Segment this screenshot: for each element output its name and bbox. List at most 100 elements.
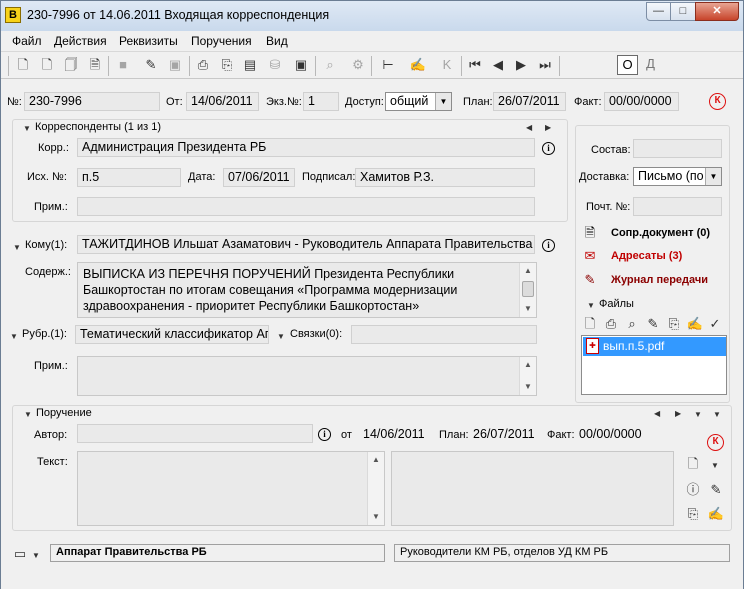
edit-document-icon[interactable]: ✎ — [142, 56, 160, 74]
minimize-button[interactable]: — — [646, 2, 671, 21]
corr-note-field[interactable] — [77, 197, 535, 216]
new-related-icon[interactable]: 🗍 — [62, 56, 80, 74]
addressees-link[interactable]: Адресаты (3) — [611, 250, 682, 262]
prev-correspondent-icon[interactable]: ◀ — [526, 123, 532, 132]
next-order-icon[interactable]: ▶ — [675, 409, 681, 418]
order-executors-box[interactable] — [391, 451, 674, 526]
order-text-textarea[interactable]: ▲ ▼ — [77, 451, 385, 526]
register-icon[interactable]: ▣ — [292, 56, 310, 74]
mail-number-field[interactable] — [633, 197, 722, 216]
chevron-down-icon[interactable]: ▼ — [711, 461, 719, 470]
delete-document-icon[interactable]: ▣ — [166, 56, 184, 74]
status-menu-icon[interactable]: ▭ — [11, 545, 29, 563]
save-icon[interactable]: ■ — [114, 56, 132, 74]
menu-requisites[interactable]: Реквизиты — [119, 34, 178, 48]
toggle-o[interactable]: О — [617, 55, 638, 75]
rubric-field[interactable]: Тематический классификатор Аг — [75, 325, 269, 344]
find-icon[interactable]: ⌕ — [321, 56, 339, 74]
access-select[interactable]: общий ▼ — [385, 92, 452, 111]
scroll-up-icon[interactable]: ▲ — [368, 452, 384, 468]
chevron-down-icon[interactable]: ▼ — [694, 410, 702, 419]
collapse-icon[interactable]: ▼ — [10, 332, 18, 341]
scrollbar[interactable]: ▲ ▼ — [519, 357, 536, 395]
next-record-icon[interactable]: ▶ — [512, 56, 530, 74]
addressee-note-textarea[interactable]: ▲ ▼ — [77, 356, 537, 396]
author-field[interactable] — [77, 424, 313, 443]
edit-order-icon[interactable]: ✎ — [707, 481, 725, 499]
signed-field[interactable]: Хамитов Р.З. — [355, 168, 535, 187]
new-document-copy-icon[interactable]: 🗋 — [38, 56, 56, 74]
first-record-icon[interactable]: ⏮ — [466, 56, 484, 74]
scrollbar[interactable]: ▲ ▼ — [367, 452, 384, 525]
scroll-down-icon[interactable]: ▼ — [520, 301, 536, 317]
collapse-icon[interactable]: ▼ — [24, 410, 32, 419]
chevron-down-icon[interactable]: ▼ — [705, 168, 721, 185]
attach-icon[interactable]: ⊢ — [379, 56, 397, 74]
view-file-icon[interactable]: ⌕ — [623, 315, 641, 333]
menu-orders[interactable]: Поручения — [191, 34, 252, 48]
prev-order-icon[interactable]: ◀ — [654, 409, 660, 418]
maximize-button[interactable]: □ — [670, 2, 696, 21]
chevron-down-icon[interactable]: ▼ — [713, 410, 721, 419]
sign-order-icon[interactable]: ✍ — [707, 505, 725, 523]
collapse-icon[interactable]: ▼ — [277, 332, 285, 341]
new-from-template-icon[interactable]: 🗎 — [86, 56, 104, 74]
settings-icon[interactable]: ⚙ — [349, 56, 367, 74]
scroll-thumb[interactable] — [522, 281, 534, 297]
info-icon[interactable]: i — [318, 428, 331, 441]
scrollbar[interactable]: ▲ ▼ — [519, 263, 536, 317]
print-icon[interactable]: ⎙ — [194, 56, 212, 74]
links-field[interactable] — [351, 325, 537, 344]
fact-date-field[interactable]: 00/00/0000 — [604, 92, 679, 111]
execution-report-icon[interactable]: ⎘ — [684, 505, 702, 523]
chevron-down-icon[interactable]: ▼ — [32, 551, 40, 560]
info-icon[interactable]: i — [542, 142, 555, 155]
scroll-down-icon[interactable]: ▼ — [368, 509, 384, 525]
composition-field[interactable] — [633, 139, 722, 158]
scroll-up-icon[interactable]: ▲ — [520, 357, 536, 373]
menu-file[interactable]: Файл — [12, 34, 42, 48]
last-record-icon[interactable]: ⏭ — [536, 56, 554, 74]
delivery-select[interactable]: Письмо (по ▼ — [633, 167, 722, 186]
copy-file-icon[interactable]: ⎘ — [665, 315, 683, 333]
transfer-journal-link[interactable]: Журнал передачи — [611, 274, 708, 286]
from-date-field[interactable]: 14/06/2011 — [186, 92, 259, 111]
scroll-down-icon[interactable]: ▼ — [520, 379, 536, 395]
edit-file-icon[interactable]: ✎ — [644, 315, 662, 333]
key-icon[interactable]: K — [438, 56, 456, 74]
next-correspondent-icon[interactable]: ▶ — [545, 123, 551, 132]
sign-icon[interactable]: ✍ — [409, 56, 427, 74]
scan-file-icon[interactable]: ⎙ — [602, 315, 620, 333]
info-icon[interactable]: i — [542, 239, 555, 252]
collapse-icon[interactable]: ▼ — [23, 124, 31, 133]
list-item[interactable]: ✚ вып.п.5.pdf — [583, 337, 726, 356]
verify-signature-icon[interactable]: ✓ — [706, 315, 724, 333]
control-k-button[interactable]: К — [709, 93, 726, 110]
add-file-icon[interactable]: 🗋 — [581, 315, 599, 333]
number-field[interactable]: 230-7996 — [24, 92, 160, 111]
corr-field[interactable]: Администрация Президента РБ — [77, 138, 535, 157]
sign-file-icon[interactable]: ✍ — [686, 315, 704, 333]
content-textarea[interactable]: ВЫПИСКА ИЗ ПЕРЕЧНЯ ПОРУЧЕНИЙ Президента … — [77, 262, 537, 318]
to-field[interactable]: ТАЖИТДИНОВ Ильшат Азаматович - Руководит… — [77, 235, 535, 254]
out-number-field[interactable]: п.5 — [77, 168, 181, 187]
control-k-button[interactable]: К — [707, 434, 724, 451]
menu-view[interactable]: Вид — [266, 34, 288, 48]
out-date-field[interactable]: 07/06/2011 — [223, 168, 295, 187]
stamp-icon[interactable]: ⛁ — [266, 56, 284, 74]
print-card-icon[interactable]: ⎘ — [218, 56, 236, 74]
new-executor-icon[interactable]: 🗋 — [684, 455, 702, 473]
chevron-down-icon[interactable]: ▼ — [435, 93, 451, 110]
accompanying-docs-link[interactable]: Сопр.документ (0) — [611, 227, 710, 239]
print-list-icon[interactable]: ▤ — [241, 56, 259, 74]
new-document-icon[interactable]: 🗋 — [14, 56, 32, 74]
collapse-icon[interactable]: ▼ — [587, 301, 595, 310]
info-card-icon[interactable]: ⓘ — [684, 481, 702, 499]
copy-field[interactable]: 1 — [303, 92, 339, 111]
collapse-icon[interactable]: ▼ — [13, 243, 21, 252]
scroll-up-icon[interactable]: ▲ — [520, 263, 536, 279]
plan-date-field[interactable]: 26/07/2011 — [493, 92, 566, 111]
close-button[interactable]: ✕ — [695, 2, 739, 21]
prev-record-icon[interactable]: ◀ — [489, 56, 507, 74]
toggle-d[interactable]: Д — [640, 55, 661, 75]
